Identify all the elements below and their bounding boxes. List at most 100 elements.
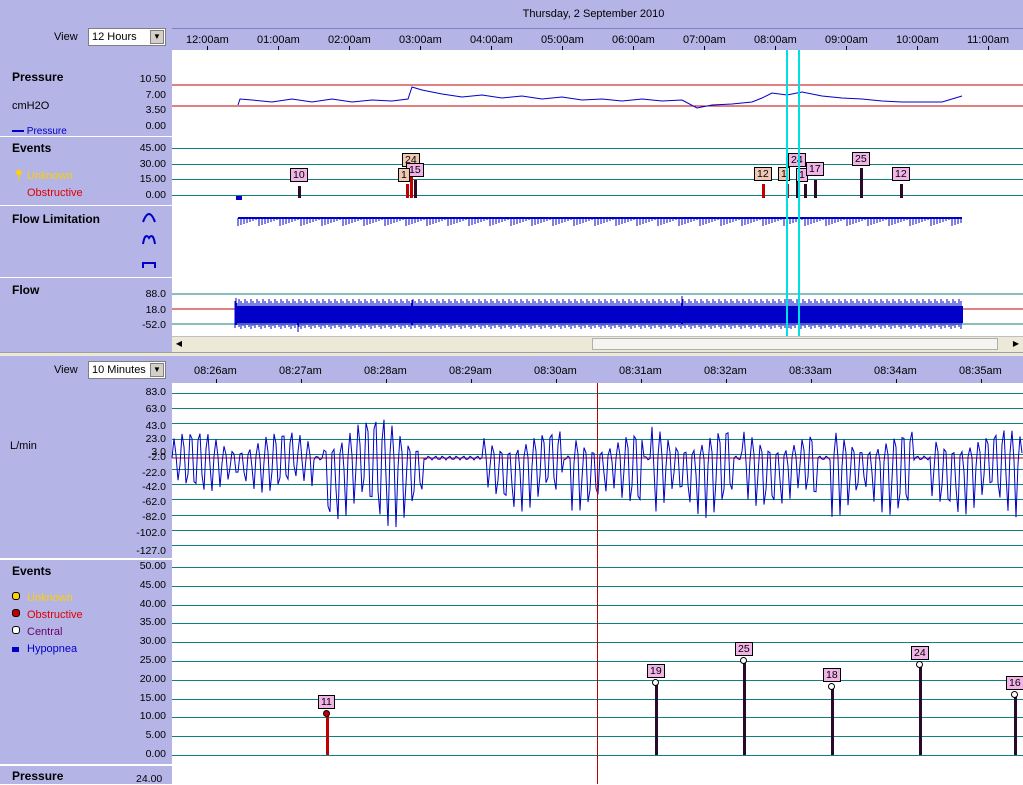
event-pin-head — [916, 660, 923, 668]
event-flag-label: 24 — [788, 153, 806, 167]
hour-tick-label: 04:00am — [470, 34, 513, 46]
y-tick-label: -127.0 — [136, 545, 166, 557]
legend-central-icon — [12, 626, 20, 634]
bottom-view-select-value: 10 Minutes — [92, 364, 146, 376]
time-tick-label: 08:33am — [789, 365, 832, 377]
y-tick-label: 30.00 — [139, 157, 166, 170]
y-tick-label: 35.00 — [139, 616, 166, 629]
y-tick-label: -2.0 — [147, 451, 166, 463]
time-tick-label: 08:27am — [279, 365, 322, 377]
legend-hypopnea-label: Hypopnea — [27, 643, 78, 655]
event-pin — [414, 180, 417, 198]
y-tick-label: -22.0 — [142, 467, 166, 479]
selection-cursor-left[interactable] — [786, 50, 788, 336]
bottom-view-select[interactable]: 10 Minutes ▼ — [88, 361, 166, 379]
y-tick-label: 3.50 — [145, 104, 166, 116]
y-tick-label: 63.0 — [145, 403, 166, 415]
hour-tick-mark — [988, 46, 989, 50]
scrollbar-left-side — [0, 336, 172, 352]
top-view-select-value: 12 Hours — [92, 31, 137, 43]
hour-tick-label: 09:00am — [825, 34, 868, 46]
scroll-left-arrow[interactable]: ◀ — [172, 337, 186, 351]
event-flag-label: 12 — [754, 167, 772, 181]
hour-tick-mark — [917, 46, 918, 50]
top-events-title: Events — [12, 141, 52, 155]
event-pin — [919, 664, 922, 755]
y-tick-label: 50.00 — [139, 560, 166, 572]
hour-tick-mark — [562, 46, 563, 50]
bottom-pressure-title: Pressure — [12, 769, 64, 783]
event-pin — [860, 168, 863, 198]
chevron-down-icon[interactable]: ▼ — [150, 363, 164, 377]
top-view-select[interactable]: 12 Hours ▼ — [88, 28, 166, 46]
hour-tick-label: 01:00am — [257, 34, 300, 46]
scroll-right-arrow[interactable]: ▶ — [1009, 337, 1023, 351]
time-cursor-line[interactable] — [597, 383, 598, 784]
scroll-thumb[interactable] — [592, 338, 998, 350]
event-flag-label: 18 — [823, 668, 841, 683]
y-tick-label: 23.0 — [145, 433, 166, 445]
event-pin — [900, 184, 903, 198]
event-flag-label: 16 — [1006, 675, 1023, 690]
legend-unknown-label: Unknown — [27, 592, 73, 604]
hour-tick-mark — [207, 46, 208, 50]
y-tick-label: 15.00 — [139, 173, 166, 185]
top-pressure-title: Pressure — [12, 70, 64, 84]
hour-tick-mark — [633, 46, 634, 50]
hour-tick-mark — [420, 46, 421, 50]
time-tick-label: 08:34am — [874, 365, 917, 377]
event-flag-label: 10 — [290, 168, 308, 182]
event-pin — [326, 713, 329, 755]
date-title: Thursday, 2 September 2010 — [522, 8, 665, 20]
chevron-down-icon[interactable]: ▼ — [150, 30, 164, 44]
hour-tick-label: 06:00am — [612, 34, 655, 46]
time-tick-label: 08:29am — [449, 365, 492, 377]
top-pressure-unit: cmH2O — [12, 100, 50, 112]
y-tick-label: 0.00 — [145, 748, 166, 760]
hour-tick-label: 08:00am — [754, 34, 797, 46]
y-tick-label: 40.00 — [139, 597, 166, 610]
event-flag-label: 19 — [647, 664, 665, 679]
hour-tick-label: 03:00am — [399, 34, 442, 46]
y-tick-label: -62.0 — [142, 496, 166, 508]
hour-tick-label: 02:00am — [328, 34, 371, 46]
time-tick-label: 08:31am — [619, 365, 662, 377]
y-tick-label: 0.00 — [145, 119, 166, 132]
hour-tick-label: 12:00am — [186, 34, 229, 46]
grid-line — [172, 163, 1023, 165]
y-tick-label: 7.00 — [145, 88, 166, 101]
bottom-events-title: Events — [12, 564, 52, 578]
y-tick-label: 20.00 — [139, 672, 166, 685]
legend-central-label: Central — [27, 626, 63, 638]
y-tick-label: 88.0 — [145, 288, 166, 300]
top-flow-title: Flow — [12, 283, 40, 297]
event-pin-head — [1011, 690, 1018, 698]
top-flow-trace — [172, 293, 1023, 332]
event-flag-label: 25 — [735, 641, 753, 656]
legend-unknown-icon — [12, 592, 20, 600]
event-flag-label: 17 — [806, 162, 824, 176]
event-pin — [804, 184, 807, 198]
legend-obstructive-icon — [12, 609, 20, 617]
event-flag-label: 11 — [318, 694, 335, 709]
event-flag-label: 12 — [892, 167, 910, 181]
event-pin — [814, 180, 817, 198]
hour-tick-label: 11:00am — [967, 34, 1009, 46]
y-tick-label: 10.50 — [139, 73, 166, 85]
y-tick-label: 45.00 — [139, 578, 166, 591]
event-pin — [655, 683, 658, 755]
y-tick-label: -42.0 — [142, 481, 166, 493]
hour-tick-label: 10:00am — [896, 34, 939, 46]
event-flag-label: 1 — [778, 167, 790, 181]
selection-cursor-right[interactable] — [798, 50, 800, 336]
hour-tick-mark — [349, 46, 350, 50]
event-pin — [831, 687, 834, 755]
y-tick-label: -82.0 — [142, 511, 166, 523]
time-tick-label: 08:30am — [534, 365, 577, 377]
hour-tick-mark — [846, 46, 847, 50]
y-tick-label: 43.0 — [145, 420, 166, 432]
y-tick-label: -52.0 — [142, 319, 166, 331]
event-pin-head — [740, 656, 747, 664]
y-tick-label: 83.0 — [145, 386, 166, 398]
event-pin — [762, 184, 765, 198]
